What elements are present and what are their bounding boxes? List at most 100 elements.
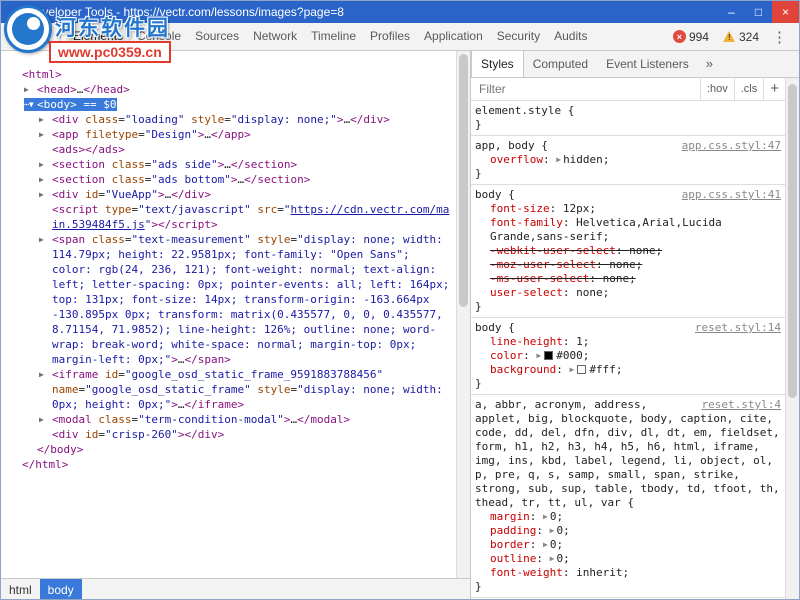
dom-node[interactable]: <ads></ads> xyxy=(1,142,455,157)
kebab-menu-icon[interactable]: ⋮ xyxy=(768,28,791,46)
expand-arrow-icon[interactable]: ▶ xyxy=(39,367,52,382)
dom-node[interactable]: </body> xyxy=(1,442,455,457)
css-property[interactable]: outline: ▶0; xyxy=(475,552,781,566)
dom-node[interactable]: ▶<iframe id="google_osd_static_frame_959… xyxy=(1,367,455,412)
tab-console[interactable]: Console xyxy=(130,23,188,50)
dom-node[interactable]: <script type="text/javascript" src="http… xyxy=(1,202,455,232)
minimize-button[interactable]: – xyxy=(718,1,745,23)
dom-node[interactable]: ▶<head>…</head> xyxy=(1,82,455,97)
css-property-name: -webkit-user-select xyxy=(490,244,616,257)
scrollbar-thumb[interactable] xyxy=(459,54,468,307)
css-property[interactable]: background: ▶#fff; xyxy=(475,363,781,377)
rule-selector[interactable]: body xyxy=(475,188,502,201)
css-property[interactable]: line-height: 1; xyxy=(475,335,781,349)
style-rule: reset.styl:14body {line-height: 1;color:… xyxy=(471,318,785,395)
device-toolbar-icon[interactable] xyxy=(30,26,55,47)
css-property[interactable]: margin: ▶0; xyxy=(475,510,781,524)
tab-computed[interactable]: Computed xyxy=(524,51,597,77)
dom-node[interactable]: ▶<app filetype="Design">…</app> xyxy=(1,127,455,142)
rule-selector[interactable]: a, abbr, acronym, address, applet, big, … xyxy=(475,398,780,509)
expand-arrow-icon[interactable]: ▶ xyxy=(39,412,52,427)
stylesheet-link[interactable]: app.css.styl:41 xyxy=(682,188,781,202)
css-property[interactable]: -ms-user-select: none; xyxy=(475,272,781,286)
indent-spacer xyxy=(39,427,52,442)
expand-arrow-icon[interactable]: ▶ xyxy=(39,157,52,172)
dom-node[interactable]: <div id="crisp-260"></div> xyxy=(1,427,455,442)
dom-node[interactable]: <html> xyxy=(1,67,455,82)
css-property[interactable]: user-select: none; xyxy=(475,286,781,300)
cls-toggle[interactable]: .cls xyxy=(734,78,764,100)
expand-arrow-icon[interactable]: ▶ xyxy=(550,526,555,535)
expand-arrow-icon[interactable]: ▶ xyxy=(536,351,541,360)
expand-arrow-icon[interactable]: ▶ xyxy=(543,540,548,549)
expand-arrow-icon[interactable]: ▶ xyxy=(569,365,574,374)
expand-arrow-icon[interactable]: ▶ xyxy=(39,112,52,127)
crumb-body[interactable]: body xyxy=(40,579,82,600)
overflow-tabs-chevron[interactable]: » xyxy=(700,51,719,77)
dom-node[interactable]: ▶<section class="ads bottom">…</section> xyxy=(1,172,455,187)
css-property[interactable]: overflow: ▶hidden; xyxy=(475,153,781,167)
css-property[interactable]: -webkit-user-select: none; xyxy=(475,244,781,258)
tab-network[interactable]: Network xyxy=(246,23,304,50)
dom-node[interactable]: ▶<span class="text-measurement" style="d… xyxy=(1,232,455,367)
stylesheet-link[interactable]: reset.styl:4 xyxy=(702,398,781,412)
new-style-rule-button[interactable]: + xyxy=(763,78,785,100)
console-warnings-badge[interactable]: ! 324 xyxy=(718,28,763,46)
css-property-name: user-select xyxy=(490,286,563,299)
tab-event-listeners[interactable]: Event Listeners xyxy=(597,51,698,77)
filter-input[interactable] xyxy=(477,81,700,97)
stylesheet-link[interactable]: app.css.styl:47 xyxy=(682,139,781,153)
dom-node[interactable]: ⋯▼<body> == $0 xyxy=(1,97,455,112)
crumb-html[interactable]: html xyxy=(1,579,40,600)
sidebar-tabs: StylesComputedEvent Listeners» xyxy=(471,51,799,78)
inspect-icon[interactable] xyxy=(5,26,30,47)
css-property[interactable]: border: ▶0; xyxy=(475,538,781,552)
console-errors-badge[interactable]: × 994 xyxy=(669,28,713,46)
dom-node[interactable]: ▶<modal class="term-condition-modal">…</… xyxy=(1,412,455,427)
dom-node[interactable]: ▶<div id="VueApp">…</div> xyxy=(1,187,455,202)
dom-node[interactable]: ▶<div class="loading" style="display: no… xyxy=(1,112,455,127)
rule-selector[interactable]: element.style xyxy=(475,104,561,117)
stylesheet-link[interactable]: reset.styl:14 xyxy=(695,321,781,335)
expand-arrow-icon[interactable]: ▶ xyxy=(550,554,555,563)
styles-scrollbar[interactable] xyxy=(785,78,799,600)
css-property[interactable]: padding: ▶0; xyxy=(475,524,781,538)
expand-arrow-icon[interactable]: ▶ xyxy=(543,512,548,521)
tab-security[interactable]: Security xyxy=(490,23,547,50)
expand-arrow-icon[interactable]: ▶ xyxy=(556,155,561,164)
expand-arrow-icon[interactable]: ▶ xyxy=(39,127,52,142)
maximize-button[interactable]: □ xyxy=(745,1,772,23)
tab-application[interactable]: Application xyxy=(417,23,490,50)
window-controls: – □ × xyxy=(718,1,799,23)
css-property[interactable]: font-size: 12px; xyxy=(475,202,781,216)
color-swatch-icon xyxy=(577,365,586,374)
style-rule: app.css.styl:41body {font-size: 12px;fon… xyxy=(471,185,785,318)
indent-spacer xyxy=(9,67,22,82)
scrollbar-thumb[interactable] xyxy=(788,84,797,398)
tab-sources[interactable]: Sources xyxy=(188,23,246,50)
rule-selector[interactable]: body xyxy=(475,321,502,334)
tab-elements[interactable]: Elements xyxy=(66,23,130,50)
tab-audits[interactable]: Audits xyxy=(547,23,594,50)
rule-selector[interactable]: app, body xyxy=(475,139,535,152)
close-button[interactable]: × xyxy=(772,1,799,23)
hov-toggle[interactable]: :hov xyxy=(700,78,734,100)
css-property[interactable]: -moz-user-select: none; xyxy=(475,258,781,272)
expand-arrow-icon[interactable]: ▶ xyxy=(39,187,52,202)
css-property[interactable]: font-weight: inherit; xyxy=(475,566,781,580)
breadcrumb-bar: htmlbody xyxy=(1,578,470,600)
css-property-value: none xyxy=(576,286,603,299)
collapse-arrow-icon[interactable]: ⋯▼ xyxy=(24,97,37,112)
dom-node[interactable]: ▶<section class="ads side">…</section> xyxy=(1,157,455,172)
dom-tree-scrollbar[interactable] xyxy=(456,51,470,578)
expand-arrow-icon[interactable]: ▶ xyxy=(39,232,52,247)
tab-timeline[interactable]: Timeline xyxy=(304,23,363,50)
expand-arrow-icon[interactable]: ▶ xyxy=(24,82,37,97)
dom-node[interactable]: </html> xyxy=(1,457,455,472)
expand-arrow-icon[interactable]: ▶ xyxy=(39,172,52,187)
css-property-name: margin xyxy=(490,510,530,523)
tab-styles[interactable]: Styles xyxy=(471,51,524,77)
css-property[interactable]: color: ▶#000; xyxy=(475,349,781,363)
tab-profiles[interactable]: Profiles xyxy=(363,23,417,50)
css-property[interactable]: font-family: Helvetica,Arial,Lucida Gran… xyxy=(475,216,781,244)
